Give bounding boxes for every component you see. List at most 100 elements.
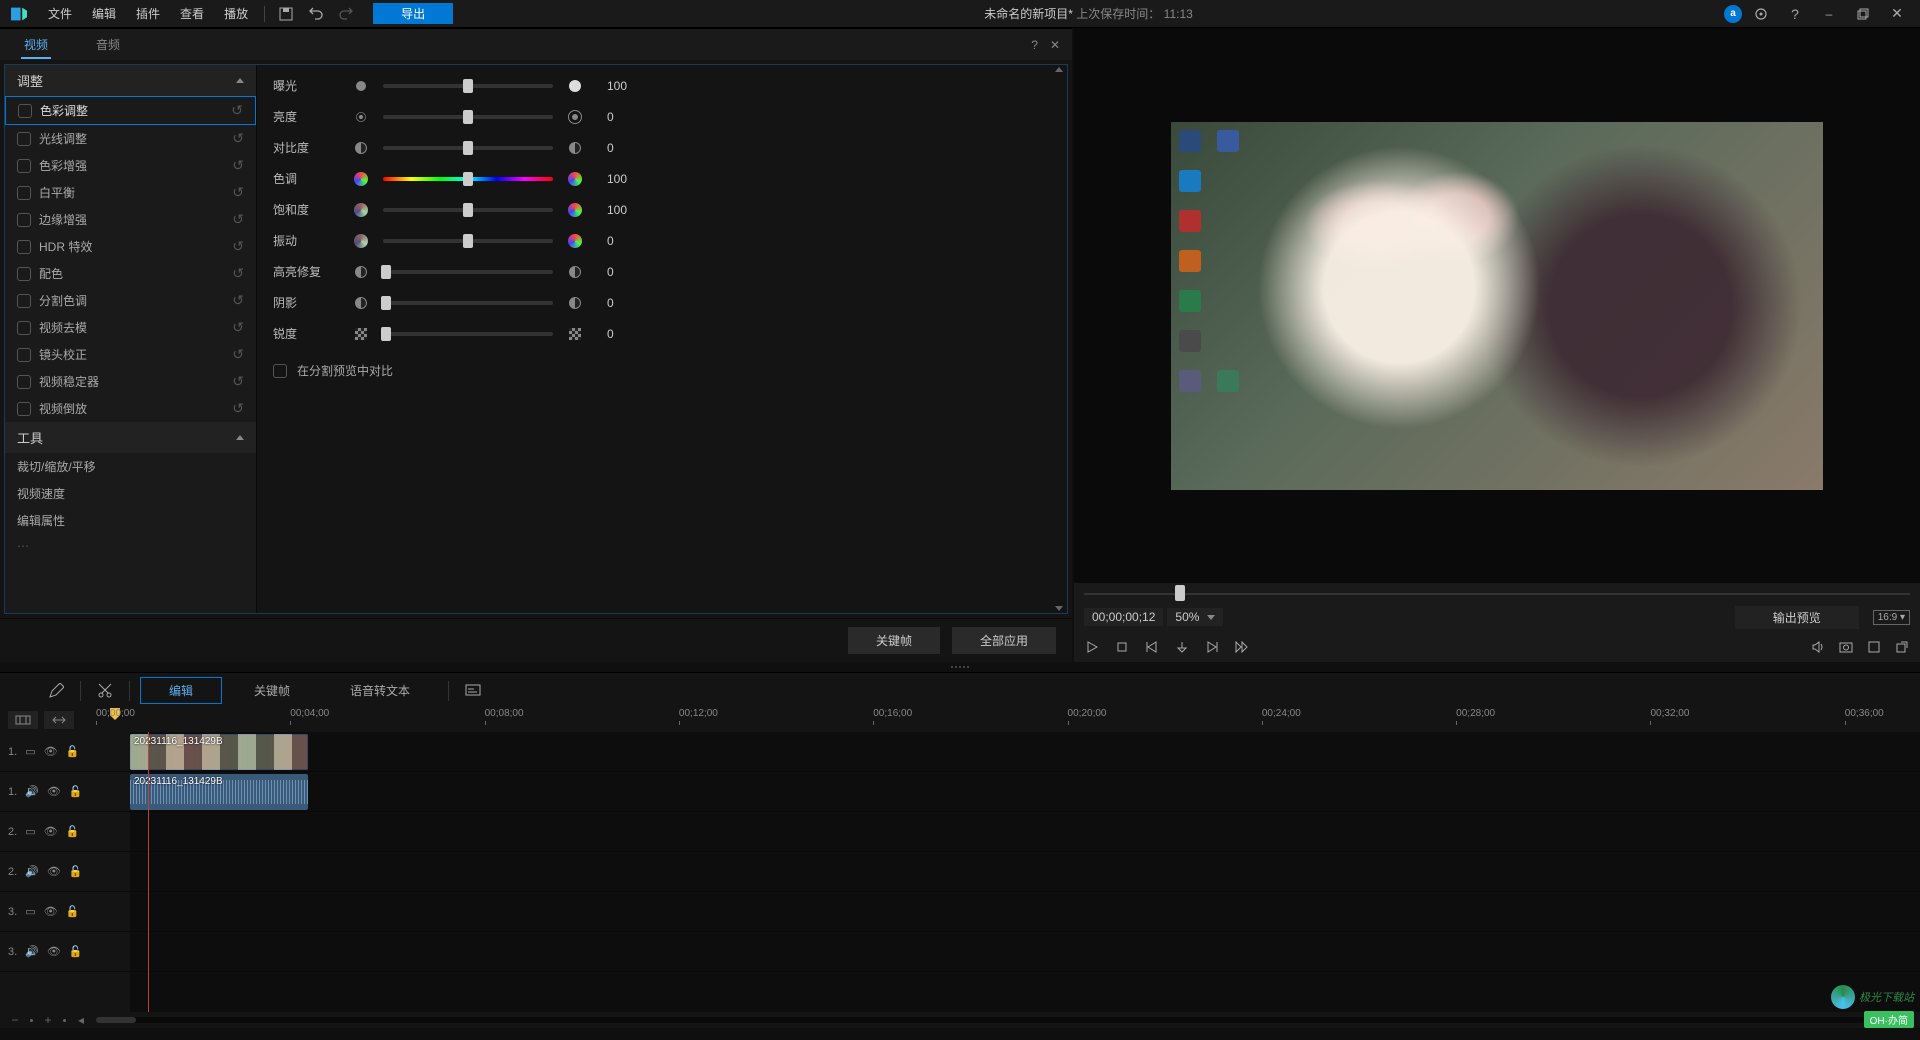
contrast-value[interactable]: 0: [607, 141, 647, 155]
hue-value[interactable]: 100: [607, 172, 647, 186]
scrollbar-track[interactable]: [96, 1017, 1890, 1023]
sharpness-slider[interactable]: [383, 332, 553, 336]
highlight-slider[interactable]: [383, 270, 553, 274]
preview-scrubber[interactable]: [1084, 583, 1910, 603]
popout-icon[interactable]: [1894, 639, 1910, 655]
effect-split-tone[interactable]: 分割色调↺: [5, 287, 256, 314]
menu-view[interactable]: 查看: [170, 5, 214, 22]
lock-icon[interactable]: 🔓: [66, 825, 80, 838]
timeline-tab-keyframe[interactable]: 关键帧: [226, 678, 318, 703]
effect-hdr[interactable]: HDR 特效↺: [5, 233, 256, 260]
effect-light-adjust[interactable]: 光线调整↺: [5, 125, 256, 152]
effect-color-adjust[interactable]: 色彩调整↺: [5, 96, 256, 125]
menu-file[interactable]: 文件: [38, 5, 82, 22]
track-header-a3[interactable]: 3.🔊👁🔓: [0, 932, 130, 972]
scrollbar-thumb[interactable]: [96, 1017, 136, 1023]
marker-icon[interactable]: [1174, 639, 1190, 655]
eye-icon[interactable]: 👁: [47, 865, 61, 878]
stop-icon[interactable]: [1114, 639, 1130, 655]
zoom-select[interactable]: 50%: [1167, 608, 1223, 626]
brightness-slider[interactable]: [383, 115, 553, 119]
eye-icon[interactable]: 👁: [47, 945, 61, 958]
tab-audio[interactable]: 音频: [72, 30, 144, 59]
effect-edge-enhance[interactable]: 边缘增强↺: [5, 206, 256, 233]
effect-deblur[interactable]: 视频去模↺: [5, 314, 256, 341]
timeline-ruler[interactable]: 00;00;00 00;04;00 00;08;00 00;12;00 00;1…: [96, 708, 1912, 732]
exposure-value[interactable]: 100: [607, 79, 647, 93]
effect-reverse[interactable]: 视频倒放↺: [5, 395, 256, 422]
fullscreen-icon[interactable]: [1866, 639, 1882, 655]
tool-more[interactable]: ⋯: [5, 534, 256, 558]
lock-icon[interactable]: 🔓: [69, 865, 83, 878]
compare-split-checkbox[interactable]: 在分割预览中对比: [273, 362, 1051, 379]
eye-icon[interactable]: 👁: [44, 905, 58, 918]
effect-stabilizer[interactable]: 视频稳定器↺: [5, 368, 256, 395]
tool-edit-props[interactable]: 编辑属性: [5, 507, 256, 534]
zoom-fit-button[interactable]: [8, 711, 38, 729]
timecode-display[interactable]: 00;00;00;12: [1084, 608, 1163, 626]
help-icon[interactable]: ?: [1786, 5, 1804, 23]
next-frame-icon[interactable]: [1204, 639, 1220, 655]
track-header-a2[interactable]: 2.🔊👁🔓: [0, 852, 130, 892]
lock-icon[interactable]: 🔓: [69, 785, 83, 798]
panel-help-icon[interactable]: ?: [1031, 38, 1038, 52]
timeline-tab-speech[interactable]: 语音转文本: [322, 678, 438, 703]
timeline-scrollbar[interactable]: − + ◂ ▸: [0, 1012, 1920, 1028]
zoom-clip-button[interactable]: [44, 711, 74, 729]
cut-tool-icon[interactable]: [91, 679, 119, 703]
lock-icon[interactable]: 🔓: [66, 905, 80, 918]
lock-icon[interactable]: 🔓: [66, 745, 80, 758]
tab-video[interactable]: 视频: [0, 30, 72, 59]
section-adjust[interactable]: 调整: [5, 65, 256, 96]
volume-icon[interactable]: [1810, 639, 1826, 655]
panel-resize-handle[interactable]: [0, 662, 1920, 672]
apply-all-button[interactable]: 全部应用: [952, 627, 1056, 654]
panel-close-icon[interactable]: ✕: [1050, 38, 1060, 52]
export-button[interactable]: 导出: [373, 3, 453, 24]
account-icon[interactable]: a: [1724, 5, 1742, 23]
hue-slider[interactable]: [383, 177, 553, 181]
playhead-line[interactable]: [148, 732, 149, 1012]
output-preview-button[interactable]: 输出预览: [1735, 606, 1859, 629]
scroll-left-icon[interactable]: ◂: [74, 1013, 88, 1027]
saturation-slider[interactable]: [383, 208, 553, 212]
vibrance-value[interactable]: 0: [607, 234, 647, 248]
timeline-tab-edit[interactable]: 编辑: [140, 677, 222, 704]
sharpness-value[interactable]: 0: [607, 327, 647, 341]
subtitle-tool-icon[interactable]: [459, 679, 487, 703]
scrubber-head[interactable]: [1175, 585, 1185, 601]
fast-forward-icon[interactable]: [1234, 639, 1250, 655]
shadow-value[interactable]: 0: [607, 296, 647, 310]
snapshot-icon[interactable]: [1838, 639, 1854, 655]
vibrance-slider[interactable]: [383, 239, 553, 243]
aspect-ratio-badge[interactable]: 16:9 ▾: [1873, 610, 1910, 625]
track-header-v3[interactable]: 3.▭👁🔓: [0, 892, 130, 932]
eye-icon[interactable]: 👁: [44, 745, 58, 758]
keyframe-button[interactable]: 关键帧: [848, 627, 940, 654]
eye-icon[interactable]: 👁: [47, 785, 61, 798]
effect-white-balance[interactable]: 白平衡↺: [5, 179, 256, 206]
save-icon[interactable]: [277, 5, 295, 23]
effect-color-enhance[interactable]: 色彩增强↺: [5, 152, 256, 179]
video-clip[interactable]: 20231116_131429B: [130, 734, 308, 770]
menu-play[interactable]: 播放: [214, 5, 258, 22]
prev-frame-icon[interactable]: [1144, 639, 1160, 655]
section-tools[interactable]: 工具: [5, 422, 256, 453]
audio-clip[interactable]: 20231116_131429B: [130, 774, 308, 810]
scroll-up-handle[interactable]: [1055, 67, 1063, 72]
zoom-in-icon[interactable]: +: [41, 1013, 55, 1027]
redo-icon[interactable]: [337, 5, 355, 23]
preview-viewport[interactable]: [1074, 28, 1920, 583]
lock-icon[interactable]: 🔓: [69, 945, 83, 958]
scroll-down-handle[interactable]: [1055, 606, 1063, 611]
exposure-slider[interactable]: [383, 84, 553, 88]
effect-lens-correct[interactable]: 镜头校正↺: [5, 341, 256, 368]
tool-crop[interactable]: 裁切/缩放/平移: [5, 453, 256, 480]
contrast-slider[interactable]: [383, 146, 553, 150]
saturation-value[interactable]: 100: [607, 203, 647, 217]
track-content-area[interactable]: 20231116_131429B 20231116_131429B: [130, 732, 1920, 1012]
tool-speed[interactable]: 视频速度: [5, 480, 256, 507]
track-header-a1[interactable]: 1.🔊👁🔓: [0, 772, 130, 812]
highlight-value[interactable]: 0: [607, 265, 647, 279]
pen-tool-icon[interactable]: [42, 679, 70, 703]
